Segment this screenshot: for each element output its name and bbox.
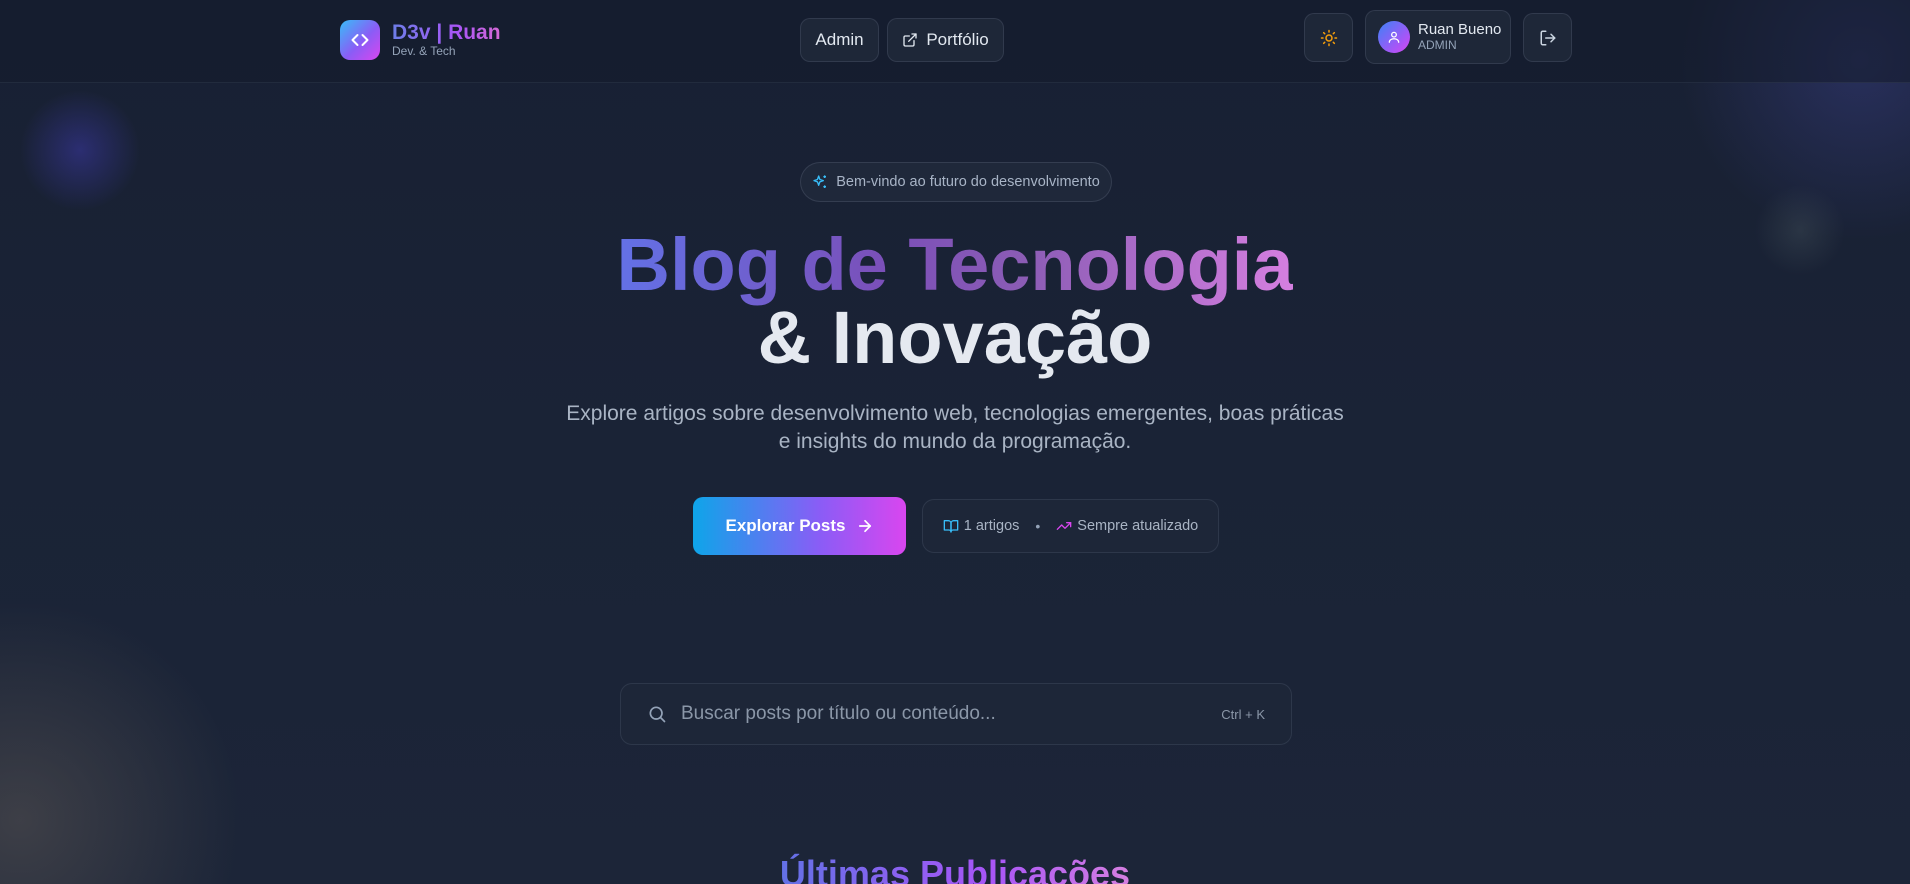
theme-toggle-button[interactable] [1304,13,1353,62]
code-icon [340,20,380,60]
main-nav: Admin Portfólio [800,18,1004,62]
search-bar[interactable]: Ctrl + K [620,683,1292,745]
hero-title: Blog de Tecnologia & Inovação [0,228,1910,375]
logout-button[interactable] [1523,13,1572,62]
sun-icon [1320,29,1338,47]
articles-count: 1 artigos [943,518,1020,534]
latest-posts-title: Últimas Publicações [0,852,1910,884]
always-updated-label: Sempre atualizado [1077,518,1199,534]
book-open-icon [943,518,959,534]
nav-admin-label: Admin [815,30,864,49]
stats-pill: 1 artigos • Sempre atualizado [922,499,1219,553]
latest-posts-title-text: Últimas Publicações [780,853,1130,884]
brand-logo[interactable]: D3v | Ruan Dev. & Tech [340,20,501,60]
user-name: Ruan Bueno [1418,21,1502,38]
articles-count-label: 1 artigos [963,518,1020,534]
arrow-right-icon [856,517,874,535]
hero-title-line2: & Inovação [757,296,1153,379]
external-link-icon [902,32,918,48]
hero-title-line1: Blog de Tecnologia [616,223,1294,306]
header-tools: Ruan Bueno ADMIN [1304,10,1572,64]
brand-title: D3v | Ruan [392,21,501,44]
stats-separator: • [1035,518,1041,534]
user-icon [1378,21,1410,53]
trending-up-icon [1056,518,1072,534]
logout-icon [1539,29,1557,47]
search-icon [647,704,667,724]
search-input[interactable] [681,703,1208,725]
user-menu-button[interactable]: Ruan Bueno ADMIN [1365,10,1511,64]
hero-description: Explore artigos sobre desenvolvimento we… [566,402,1344,453]
top-header: D3v | Ruan Dev. & Tech Admin Portfólio R… [0,0,1910,83]
sparkles-icon [812,174,828,190]
user-role: ADMIN [1418,38,1457,52]
welcome-badge-text: Bem-vindo ao futuro do desenvolvimento [836,174,1100,190]
nav-portfolio-button[interactable]: Portfólio [887,18,1004,62]
explore-posts-label: Explorar Posts [725,516,846,535]
brand-subtitle: Dev. & Tech [392,44,456,58]
welcome-badge: Bem-vindo ao futuro do desenvolvimento [800,162,1112,202]
nav-portfolio-label: Portfólio [926,30,989,49]
always-updated: Sempre atualizado [1056,518,1198,534]
search-shortcut-hint: Ctrl + K [1221,706,1265,722]
explore-posts-button[interactable]: Explorar Posts [693,497,906,555]
nav-admin-button[interactable]: Admin [800,18,879,62]
